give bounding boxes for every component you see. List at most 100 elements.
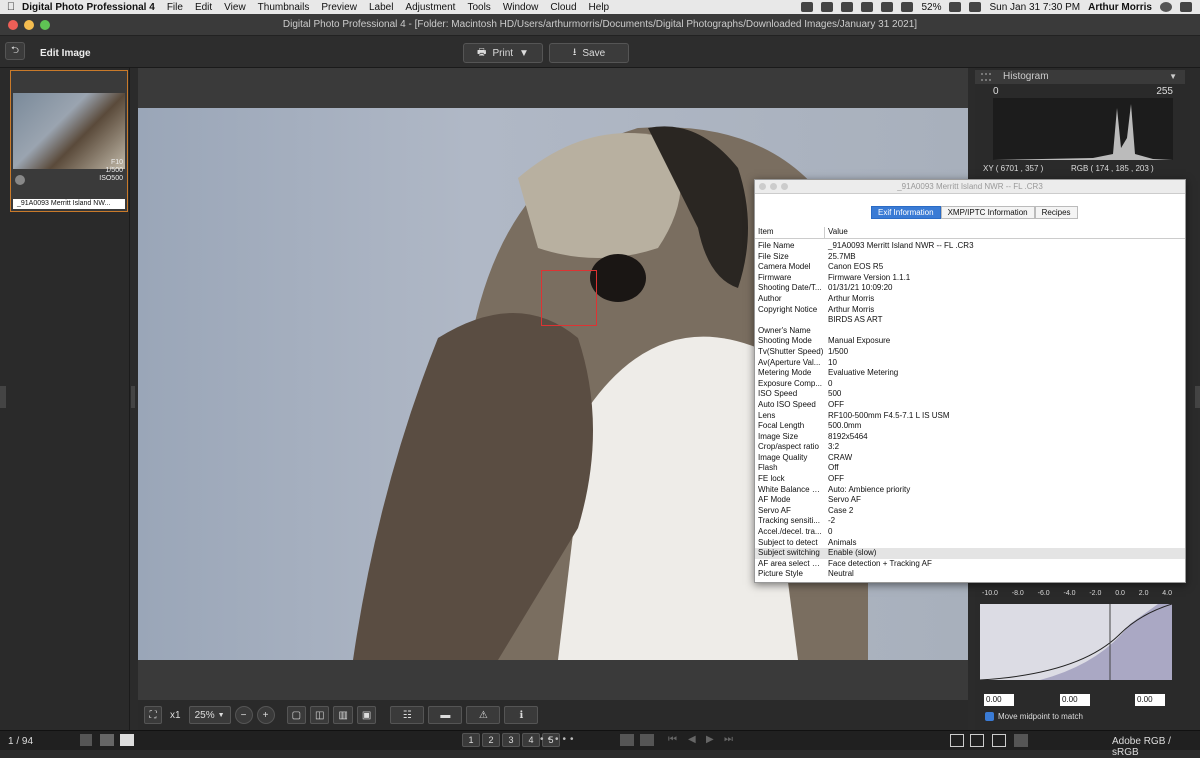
battery-icon[interactable]: [949, 2, 962, 12]
menu-help[interactable]: Help: [589, 2, 610, 13]
save-button[interactable]: ⭳ Save: [549, 43, 629, 63]
menu-thumbnails[interactable]: Thumbnails: [258, 2, 310, 13]
table-row[interactable]: AF Mode Servo AF: [755, 495, 1185, 506]
table-row[interactable]: File Size 25.7MB: [755, 252, 1185, 263]
rating-3-button[interactable]: 3: [502, 733, 520, 747]
chevron-down-icon[interactable]: ▼: [1169, 70, 1177, 84]
back-button[interactable]: ⮌: [5, 42, 25, 60]
curve-input-right[interactable]: 0.00: [1135, 694, 1165, 706]
table-row[interactable]: Picture Style Neutral: [755, 569, 1185, 580]
af-point-button[interactable]: ▬: [428, 706, 463, 724]
close-icon[interactable]: [8, 20, 18, 30]
chevron-down-icon[interactable]: ▼: [519, 48, 529, 59]
status-icon[interactable]: [841, 2, 854, 12]
panel-resize-handle[interactable]: [131, 386, 135, 408]
wifi-icon[interactable]: [901, 2, 914, 12]
table-row[interactable]: Metering Mode Evaluative Metering: [755, 368, 1185, 379]
menu-view[interactable]: View: [224, 2, 246, 13]
histogram-header[interactable]: Histogram ▼: [975, 70, 1185, 84]
control-center-icon[interactable]: [1180, 2, 1192, 12]
rating-4-button[interactable]: 4: [522, 733, 540, 747]
minimize-icon[interactable]: [24, 20, 34, 30]
battery-percent[interactable]: 52%: [921, 2, 941, 13]
checkbox[interactable]: [985, 712, 994, 721]
split-view-button[interactable]: ▥: [333, 706, 353, 724]
rotate-right-icon[interactable]: [640, 734, 654, 746]
table-row[interactable]: Author Arthur Morris: [755, 294, 1185, 305]
table-row[interactable]: Subject switching Enable (slow): [755, 548, 1185, 559]
menu-file[interactable]: File: [167, 2, 183, 13]
status-icon[interactable]: [861, 2, 874, 12]
table-row[interactable]: Owner's Name: [755, 326, 1185, 337]
tab-exif[interactable]: Exif Information: [871, 206, 941, 219]
table-row[interactable]: AF area select m... Face detection + Trac…: [755, 559, 1185, 570]
menu-tools[interactable]: Tools: [467, 2, 490, 13]
highlight-warning-button[interactable]: ⚠: [466, 706, 501, 724]
column-item[interactable]: Item: [755, 227, 825, 238]
zoom-out-button[interactable]: −: [234, 706, 253, 724]
thumbnail-large-icon[interactable]: [120, 734, 134, 746]
drag-handle-icon[interactable]: [981, 73, 991, 81]
menu-edit[interactable]: Edit: [195, 2, 212, 13]
table-row[interactable]: Auto ISO Speed OFF: [755, 400, 1185, 411]
crop-icon[interactable]: [992, 734, 1006, 747]
info-button[interactable]: ℹ: [504, 706, 539, 724]
apple-icon[interactable]: : [0, 1, 22, 13]
table-row[interactable]: Subject to detect Animals: [755, 538, 1185, 549]
app-menu[interactable]: Digital Photo Professional 4: [22, 2, 155, 13]
table-row[interactable]: ISO Speed 500: [755, 389, 1185, 400]
label-dots[interactable]: •••••: [540, 734, 612, 748]
check-mark-icon[interactable]: [15, 175, 25, 185]
thumbnail-item[interactable]: F10 1/500 ISO500 _91A0093 Merritt Island…: [10, 70, 128, 212]
table-row[interactable]: Accel./decel. tra... 0: [755, 527, 1185, 538]
zoom-icon[interactable]: [781, 183, 788, 190]
table-row[interactable]: Firmware Firmware Version 1.1.1: [755, 273, 1185, 284]
siri-icon[interactable]: [1160, 2, 1172, 12]
tab-recipes[interactable]: Recipes: [1034, 206, 1078, 219]
zoom-in-button[interactable]: +: [256, 706, 275, 724]
close-icon[interactable]: [759, 183, 766, 190]
table-row[interactable]: Camera Model Canon EOS R5: [755, 262, 1185, 273]
status-icon[interactable]: [801, 2, 814, 12]
compare-view-button[interactable]: ◫: [310, 706, 330, 724]
table-row[interactable]: Image Quality CRAW: [755, 453, 1185, 464]
curve-input-left[interactable]: 0.00: [984, 694, 1014, 706]
table-row[interactable]: Focal Length 500.0mm: [755, 421, 1185, 432]
camera-icon[interactable]: [1014, 734, 1028, 747]
fit-screen-button[interactable]: ⛶: [144, 706, 162, 724]
user-name[interactable]: Arthur Morris: [1088, 2, 1152, 13]
table-row[interactable]: Shooting Mode Manual Exposure: [755, 336, 1185, 347]
adjustment-icon[interactable]: [970, 734, 984, 747]
curve-input-mid[interactable]: 0.00: [1060, 694, 1090, 706]
table-row[interactable]: File Name _91A0093 Merritt Island NWR -- …: [755, 241, 1185, 252]
thumbnail-grid-icon[interactable]: [80, 734, 92, 746]
menu-label[interactable]: Label: [369, 2, 393, 13]
table-row[interactable]: FE lock OFF: [755, 474, 1185, 485]
menu-window[interactable]: Window: [503, 2, 539, 13]
table-row[interactable]: Tracking sensiti... -2: [755, 516, 1185, 527]
menu-adjustment[interactable]: Adjustment: [405, 2, 455, 13]
table-row[interactable]: Tv(Shutter Speed) 1/500: [755, 347, 1185, 358]
clock[interactable]: Sun Jan 31 7:30 PM: [989, 2, 1080, 13]
zoom-frame[interactable]: [541, 270, 597, 326]
sync-button[interactable]: ▣: [356, 706, 377, 724]
menu-preview[interactable]: Preview: [321, 2, 357, 13]
table-row[interactable]: Av(Aperture Val... 10: [755, 358, 1185, 369]
rating-2-button[interactable]: 2: [482, 733, 500, 747]
zoom-x1-button[interactable]: x1: [166, 706, 185, 724]
zoom-icon[interactable]: [40, 20, 50, 30]
column-value[interactable]: Value: [825, 227, 848, 238]
table-row[interactable]: Copyright Notice Arthur Morris: [755, 305, 1185, 316]
table-row[interactable]: Servo AF Case 2: [755, 506, 1185, 517]
table-row[interactable]: Shooting Date/T... 01/31/21 10:09:20: [755, 283, 1185, 294]
tab-xmp-iptc[interactable]: XMP/IPTC Information: [940, 206, 1035, 219]
table-row[interactable]: Crop/aspect ratio 3:2: [755, 442, 1185, 453]
left-panel-toggle[interactable]: [0, 386, 6, 408]
prev-image-icon[interactable]: ◀: [688, 734, 696, 745]
status-icon[interactable]: [821, 2, 834, 12]
table-row[interactable]: White Balance M... Auto: Ambience priorit…: [755, 485, 1185, 496]
table-row[interactable]: Image Size 8192x5464: [755, 432, 1185, 443]
minimize-icon[interactable]: [770, 183, 777, 190]
grid-button[interactable]: ☷: [390, 706, 425, 724]
tone-curve-graph[interactable]: [980, 604, 1172, 680]
